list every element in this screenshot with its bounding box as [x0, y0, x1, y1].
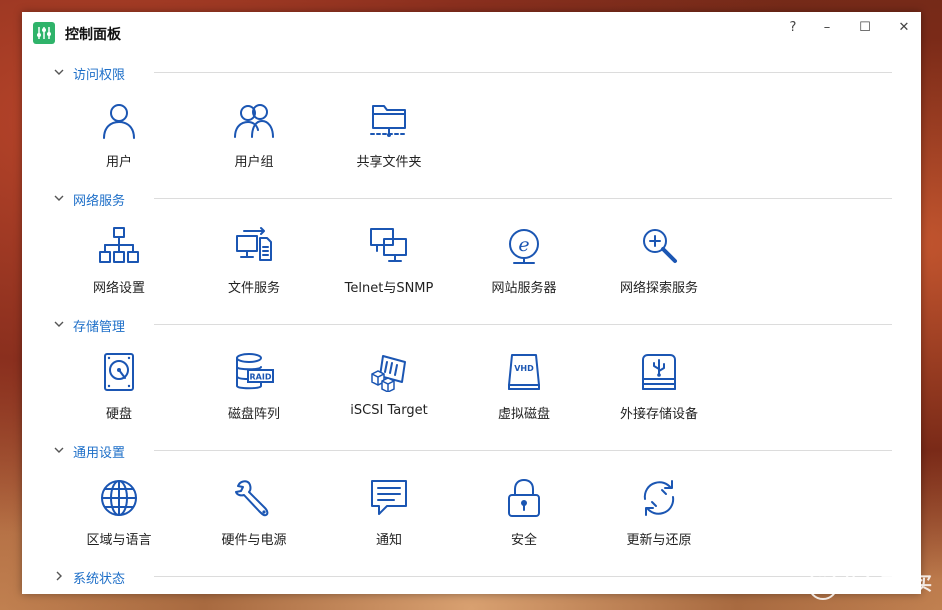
close-button[interactable]: ✕ [893, 18, 915, 38]
window-title: 控制面板 [65, 27, 121, 43]
divider [154, 324, 892, 325]
monitors-icon [370, 228, 407, 262]
item-label: 更新与还原 [626, 533, 692, 548]
item-file-service[interactable]: 文件服务 [194, 226, 314, 306]
section-header-access[interactable]: 访问权限 [52, 63, 892, 83]
message-icon [371, 480, 407, 515]
item-label: 通知 [375, 533, 402, 548]
watermark: 值什么值得买 [808, 570, 932, 600]
iscsi-icon [371, 355, 406, 392]
item-update-restore[interactable]: 更新与还原 [599, 478, 719, 558]
wrench-icon [235, 480, 269, 517]
lock-icon [508, 479, 540, 517]
magnifier-icon [643, 229, 677, 263]
item-label: 网站服务器 [491, 281, 557, 296]
item-security[interactable]: 安全 [464, 478, 584, 558]
control-panel-app-icon [33, 22, 55, 44]
item-hard-disk[interactable]: 硬盘 [59, 352, 179, 432]
item-raid[interactable]: RAID 磁盘阵列 [194, 352, 314, 432]
user-group-icon [234, 104, 274, 138]
file-service-icon [236, 227, 272, 261]
section-header-storage[interactable]: 存储管理 [52, 315, 892, 335]
item-user-group[interactable]: 用户组 [194, 100, 314, 180]
shared-folder-icon [370, 105, 408, 137]
item-virtual-disk[interactable]: VHD 虚拟磁盘 [464, 352, 584, 432]
chevron-right-icon [56, 571, 62, 581]
chevron-down-icon [54, 195, 64, 201]
globe-icon [101, 480, 137, 516]
item-label: 网络设置 [92, 281, 145, 296]
item-shared-folder[interactable]: 共享文件夹 [329, 100, 449, 180]
user-icon [103, 104, 135, 139]
vhd-icon: VHD [508, 354, 540, 390]
vhd-text: VHD [514, 364, 534, 373]
item-web-server[interactable]: e 网站服务器 [464, 226, 584, 306]
section-header-system-status[interactable]: 系统状态 [52, 567, 892, 587]
help-button[interactable]: ? [782, 18, 804, 38]
item-label: 安全 [510, 533, 537, 548]
item-label: 用户 [105, 155, 132, 170]
item-notification[interactable]: 通知 [329, 478, 449, 558]
section-title: 访问权限 [73, 68, 126, 83]
chevron-down-icon [54, 321, 64, 327]
divider [154, 576, 892, 577]
item-label: 硬盘 [105, 407, 132, 422]
usb-storage-icon [642, 354, 676, 390]
item-label: 虚拟磁盘 [497, 407, 550, 422]
item-label: iSCSI Target [350, 403, 428, 418]
divider [154, 72, 892, 73]
item-user[interactable]: 用户 [59, 100, 179, 180]
item-telnet-snmp[interactable]: Telnet与SNMP [329, 226, 449, 306]
watermark-logo: 值 [808, 570, 838, 600]
section-title: 系统状态 [73, 572, 126, 587]
item-label: 区域与语言 [86, 533, 152, 548]
item-network-discovery[interactable]: 网络探索服务 [599, 226, 719, 306]
control-panel-window: 控制面板 ? – ☐ ✕ 访问权限 用户 用户组 共享文件夹 网络服务 网络设置… [22, 12, 921, 594]
section-header-general[interactable]: 通用设置 [52, 441, 892, 461]
item-external-storage[interactable]: 外接存储设备 [599, 352, 719, 432]
minimize-button[interactable]: – [816, 18, 838, 38]
web-server-icon: e [509, 229, 539, 264]
raid-text: RAID [250, 373, 272, 382]
section-title: 网络服务 [73, 194, 126, 209]
item-label: 用户组 [234, 155, 274, 170]
section-title: 存储管理 [73, 320, 126, 335]
item-region-language[interactable]: 区域与语言 [59, 478, 179, 558]
item-label: 文件服务 [227, 281, 280, 296]
item-label: Telnet与SNMP [344, 281, 434, 296]
maximize-button[interactable]: ☐ [854, 18, 876, 38]
svg-text:e: e [518, 234, 529, 256]
divider [154, 450, 892, 451]
item-label: 网络探索服务 [619, 281, 698, 296]
refresh-icon [643, 480, 675, 516]
section-title: 通用设置 [73, 446, 126, 461]
title-bar[interactable]: 控制面板 ? – ☐ ✕ [22, 12, 921, 50]
raid-icon: RAID [236, 353, 274, 390]
item-label: 磁盘阵列 [227, 407, 280, 422]
item-hardware-power[interactable]: 硬件与电源 [194, 478, 314, 558]
chevron-down-icon [54, 69, 64, 75]
section-header-network[interactable]: 网络服务 [52, 189, 892, 209]
divider [154, 198, 892, 199]
chevron-down-icon [54, 447, 64, 453]
item-network-settings[interactable]: 网络设置 [59, 226, 179, 306]
item-iscsi-target[interactable]: iSCSI Target [329, 352, 449, 432]
watermark-text: 什么值得买 [842, 574, 932, 595]
network-topology-icon [99, 227, 139, 263]
hard-disk-icon [104, 353, 134, 391]
item-label: 硬件与电源 [221, 533, 287, 548]
item-label: 共享文件夹 [356, 155, 422, 170]
item-label: 外接存储设备 [619, 407, 698, 422]
